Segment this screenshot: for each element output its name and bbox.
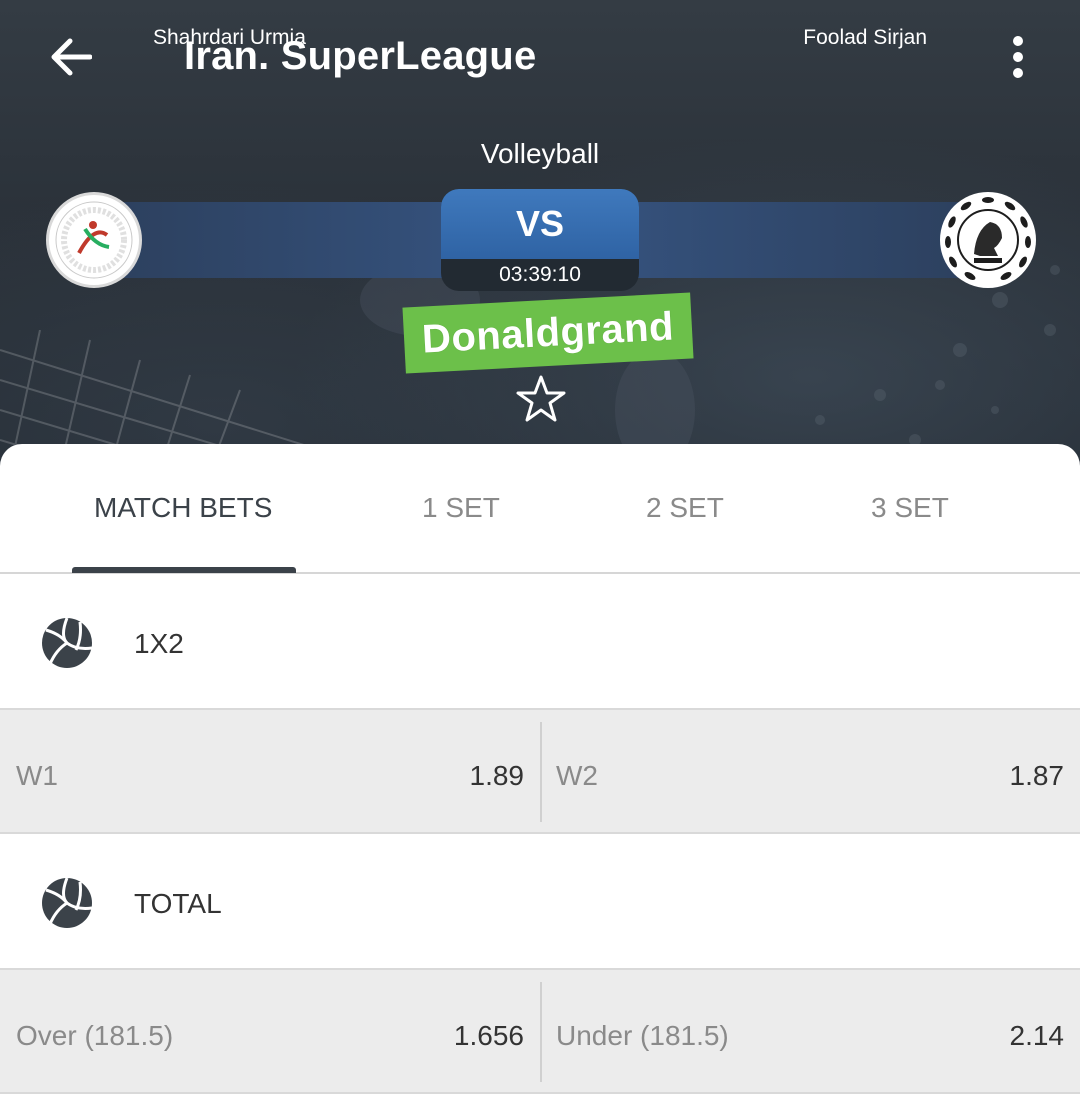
market-title: TOTAL	[134, 888, 222, 919]
back-button[interactable]	[38, 25, 102, 89]
outcome-name: W1	[16, 760, 58, 791]
vs-badge: VS 03:39:10	[441, 189, 639, 291]
tab-1-set[interactable]: 1 SET	[422, 492, 500, 524]
star-outline-icon	[516, 375, 566, 422]
team2-name: Foolad Sirjan	[803, 26, 927, 49]
volleyball-icon	[42, 617, 93, 668]
foolad-logo-icon	[942, 194, 1034, 286]
odds-button-w1[interactable]: W1 1.89	[0, 710, 540, 832]
vs-label: VS	[441, 189, 639, 259]
bets-sheet: MATCH BETS 1 SET 2 SET 3 SET 1X2 W1 1.89…	[0, 444, 1080, 1094]
tab-2-set[interactable]: 2 SET	[646, 492, 724, 524]
more-options-button[interactable]	[995, 25, 1041, 89]
tab-3-set[interactable]: 3 SET	[871, 492, 949, 524]
volleyball-icon	[42, 877, 93, 928]
tab-match-bets[interactable]: MATCH BETS	[94, 492, 272, 524]
outcome-odd: 1.656	[453, 1020, 524, 1051]
outcome-name: Under (181.5)	[556, 1020, 729, 1051]
favorite-button[interactable]	[514, 372, 568, 426]
more-vertical-icon	[1013, 36, 1023, 78]
odds-button-under[interactable]: Under (181.5) 2.14	[542, 970, 1080, 1092]
odds-button-over[interactable]: Over (181.5) 1.656	[0, 970, 540, 1092]
market-header-total[interactable]: TOTAL	[0, 836, 1080, 970]
market-title: 1X2	[134, 628, 184, 659]
match-header: Iran. SuperLeague Volleyball Shahrdari U…	[0, 0, 1080, 470]
odds-row-1x2: W1 1.89 W2 1.87	[0, 708, 1080, 834]
arrow-left-icon	[51, 38, 92, 76]
team1-name: Shahrdari Urmia	[153, 26, 306, 49]
market-header-1x2[interactable]: 1X2	[0, 576, 1080, 710]
top-app-bar: Iran. SuperLeague	[0, 0, 1080, 115]
outcome-odd: 1.87	[1009, 760, 1065, 791]
odds-row-total: Over (181.5) 1.656 Under (181.5) 2.14	[0, 968, 1080, 1094]
team2-logo	[940, 192, 1036, 288]
outcome-name: Over (181.5)	[16, 1020, 174, 1051]
odds-button-w2[interactable]: W2 1.87	[542, 710, 1080, 832]
team1-logo	[46, 192, 142, 288]
active-tab-indicator	[72, 567, 296, 573]
outcome-name: W2	[556, 760, 598, 791]
outcome-odd: 1.89	[469, 760, 525, 791]
sport-label: Volleyball	[480, 138, 600, 169]
match-countdown: 03:39:10	[499, 263, 581, 286]
urmia-logo-icon	[55, 201, 133, 279]
outcome-odd: 2.14	[1009, 1020, 1065, 1051]
bet-tabs: MATCH BETS 1 SET 2 SET 3 SET	[0, 444, 1080, 574]
